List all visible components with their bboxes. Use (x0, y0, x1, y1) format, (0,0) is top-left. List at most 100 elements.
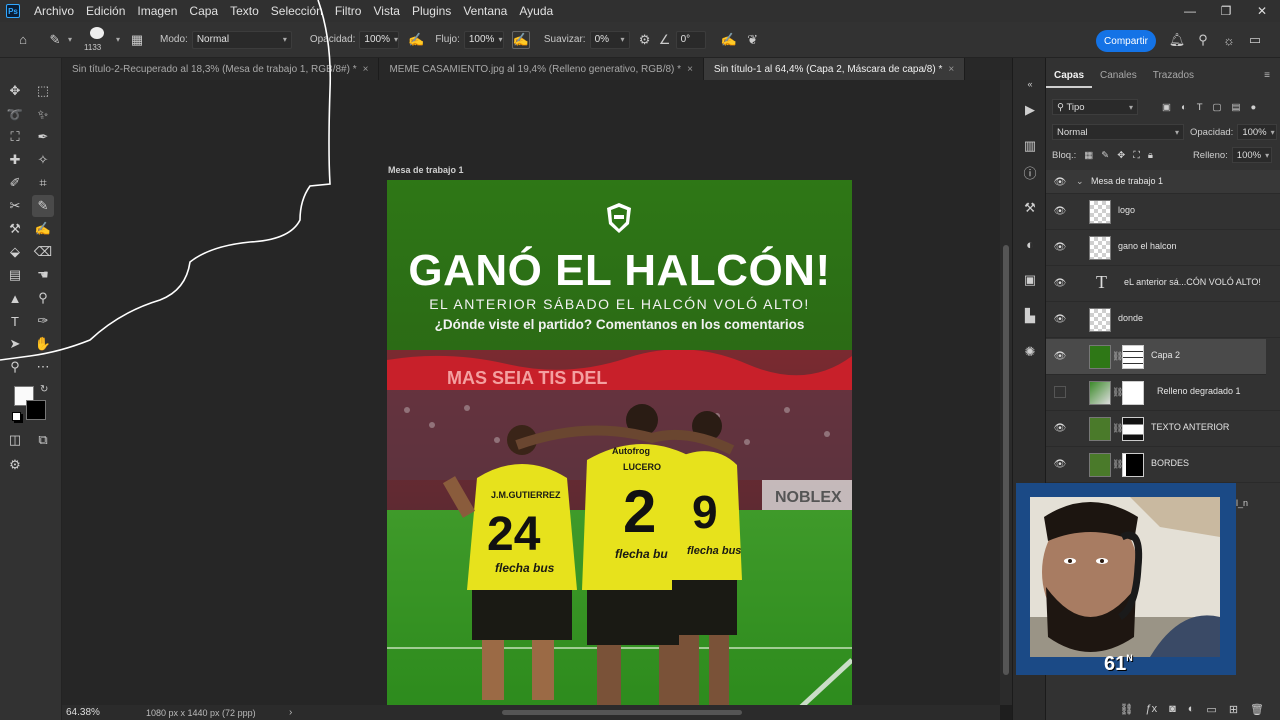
quick-mask-icon[interactable]: ◫ (4, 429, 26, 451)
path-selection-tool-icon[interactable]: ➤ (4, 333, 26, 355)
gradient-tool-icon[interactable]: ▤ (4, 264, 26, 286)
filter-type-select[interactable]: ⚲ Tipo ▾ (1052, 99, 1138, 115)
workspace-icon[interactable]: ▭ (1246, 31, 1264, 49)
edit-toolbar-icon[interactable]: ⚙ (4, 454, 26, 476)
artboard[interactable]: MAS SEIA TIS DEL NOBLEX J.M.GUTIERREZ 24… (387, 180, 852, 705)
smudge-tool-icon[interactable]: ☚ (32, 264, 54, 286)
play-icon[interactable]: ▶ (1020, 100, 1040, 120)
patch-tool-icon[interactable]: ✧ (32, 149, 54, 171)
search-icon[interactable]: ⚲ (1194, 31, 1212, 49)
menu-texto[interactable]: Texto (224, 4, 265, 18)
marquee-tool-icon[interactable]: ⬚ (32, 80, 54, 102)
lock-all-icon[interactable]: 🔒︎ (1148, 150, 1153, 161)
dodge-tool-icon[interactable]: ⚲ (32, 287, 54, 309)
symmetry-icon[interactable]: ❦ (744, 31, 762, 49)
layer-row-bordes[interactable]: 👁︎ ⛓ BORDES (1046, 447, 1280, 483)
tab-trazados[interactable]: Trazados (1145, 66, 1202, 88)
layer-row-logo[interactable]: 👁︎ logo (1046, 194, 1280, 230)
eye-icon[interactable]: 👁︎ (1054, 205, 1067, 217)
menu-edicion[interactable]: Edición (80, 4, 131, 18)
zoom-level[interactable]: 64.38% (66, 707, 100, 718)
new-layer-icon[interactable]: ⊞ (1229, 703, 1238, 716)
brush-tool-icon[interactable]: ✎ (32, 195, 54, 217)
brush-preset-picker[interactable]: 1133 (82, 24, 112, 56)
type-tool-icon[interactable]: T (4, 310, 26, 332)
layer-group-row[interactable]: 👁︎ ⌄ Mesa de trabajo 1 (1046, 170, 1280, 194)
canvas-area[interactable]: Mesa de trabajo 1 MAS SEIA TIS DEL NOBLE… (62, 80, 1000, 705)
layer-row-text[interactable]: 👁︎ T eL anterior sá...CÓN VOLÓ ALTO! (1046, 266, 1280, 302)
menu-vista[interactable]: Vista (367, 4, 405, 18)
opacity-field[interactable]: 100% ▾ (359, 30, 400, 49)
info-icon[interactable]: ⓘ (1020, 162, 1040, 182)
eye-icon[interactable]: 👁︎ (1054, 350, 1067, 362)
share-button[interactable]: Compartir (1096, 30, 1156, 52)
history-icon[interactable]: ▥ (1020, 136, 1040, 156)
move-tool-icon[interactable]: ✥ (4, 80, 26, 102)
mode-select[interactable]: Normal ▾ (191, 30, 292, 49)
more-tools-icon[interactable]: ⋯ (32, 356, 54, 378)
home-icon[interactable]: ⌂ (14, 31, 32, 49)
vertical-scroll-thumb[interactable] (1003, 245, 1009, 675)
smoothing-field[interactable]: 0% ▾ (589, 30, 630, 49)
flow-field[interactable]: 100% ▾ (463, 30, 504, 49)
artboard-label[interactable]: Mesa de trabajo 1 (388, 165, 464, 175)
lightbulb-icon[interactable]: ☼ (1220, 31, 1238, 49)
plugins-icon[interactable]: ✺ (1020, 342, 1040, 362)
layer-row-gano[interactable]: 👁︎ gano el halcon (1046, 230, 1280, 266)
fill-field[interactable]: 100% ▾ (1231, 147, 1272, 163)
background-color-swatch[interactable] (26, 400, 46, 420)
menu-imagen[interactable]: Imagen (131, 4, 183, 18)
airbrush-icon[interactable]: ✍ (511, 30, 530, 49)
menu-archivo[interactable]: Archivo (28, 4, 80, 18)
history-brush-tool-icon[interactable]: ✍ (32, 218, 54, 240)
tab-document-3[interactable]: Sin título-1 al 64,4% (Capa 2, Máscara d… (703, 58, 966, 80)
gear-icon[interactable]: ⚙ (636, 31, 654, 49)
chevron-down-icon[interactable]: ▾ (68, 35, 72, 44)
layer-row-relleno[interactable]: ⛓ Relleno degradado 1 (1046, 375, 1280, 411)
layer-mask-thumbnail[interactable] (1122, 453, 1144, 477)
histogram-icon[interactable]: ▙ (1020, 306, 1040, 326)
eye-icon[interactable]: 👁︎ (1054, 241, 1067, 253)
collapse-icon[interactable]: « (1020, 74, 1040, 94)
layer-opacity-field[interactable]: 100% ▾ (1237, 124, 1278, 140)
default-colors-icon[interactable] (12, 412, 21, 421)
filter-adjustment-icon[interactable]: ◐ (1181, 102, 1187, 113)
adjustment-layer-icon[interactable]: ◐ (1188, 703, 1195, 715)
crop-tool-icon[interactable]: ⛶ (4, 126, 26, 148)
tab-capas[interactable]: Capas (1046, 66, 1093, 88)
restore-icon[interactable]: ❐ (1208, 0, 1244, 22)
trash-icon[interactable]: 🗑︎ (1250, 703, 1264, 716)
libraries-icon[interactable]: ▣ (1020, 270, 1040, 290)
menu-capa[interactable]: Capa (183, 4, 224, 18)
link-layers-icon[interactable]: ⛓ (1120, 703, 1134, 716)
menu-ventana[interactable]: Ventana (457, 4, 513, 18)
eye-icon[interactable]: 👁︎ (1054, 176, 1067, 188)
chevron-down-icon[interactable]: ▾ (116, 35, 120, 44)
lock-pixels-icon[interactable]: ✎ (1101, 150, 1109, 161)
minimize-icon[interactable]: — (1172, 0, 1208, 22)
filter-smartobject-icon[interactable]: ▤ (1232, 102, 1241, 113)
lock-artboard-icon[interactable]: ⛶ (1133, 150, 1140, 161)
tab-document-1[interactable]: Sin título-2-Recuperado al 18,3% (Mesa d… (62, 58, 380, 80)
healing-brush-tool-icon[interactable]: ✚ (4, 149, 26, 171)
layer-style-icon[interactable]: ƒx (1145, 703, 1157, 715)
add-mask-icon[interactable]: ◙ (1169, 703, 1176, 715)
eye-icon[interactable]: 👁︎ (1054, 422, 1067, 434)
layer-row-capa2[interactable]: 👁︎ ⛓ Capa 2 (1046, 339, 1266, 375)
eye-icon[interactable]: 👁︎ (1054, 313, 1067, 325)
angle-field[interactable]: 0° (675, 30, 706, 49)
menu-seleccion[interactable]: Selección (265, 4, 329, 18)
close-icon[interactable]: × (948, 64, 954, 75)
tab-canales[interactable]: Canales (1092, 66, 1145, 88)
layer-mask-thumbnail[interactable] (1122, 345, 1144, 369)
filter-text-icon[interactable]: T (1197, 102, 1203, 113)
chevron-down-icon[interactable]: ⌄ (1076, 176, 1084, 187)
brush-tool-icon[interactable]: ✎ (46, 31, 64, 49)
magic-wand-tool-icon[interactable]: ✨︎ (32, 104, 54, 126)
close-icon[interactable]: × (687, 64, 693, 75)
clone-stamp-tool-icon[interactable]: ⚒ (4, 218, 26, 240)
menu-ayuda[interactable]: Ayuda (513, 4, 559, 18)
pen-tool-icon[interactable]: ✑ (32, 310, 54, 332)
filter-pixel-icon[interactable]: ▣ (1162, 102, 1171, 113)
eraser-tool-icon[interactable]: ⌫ (32, 241, 54, 263)
